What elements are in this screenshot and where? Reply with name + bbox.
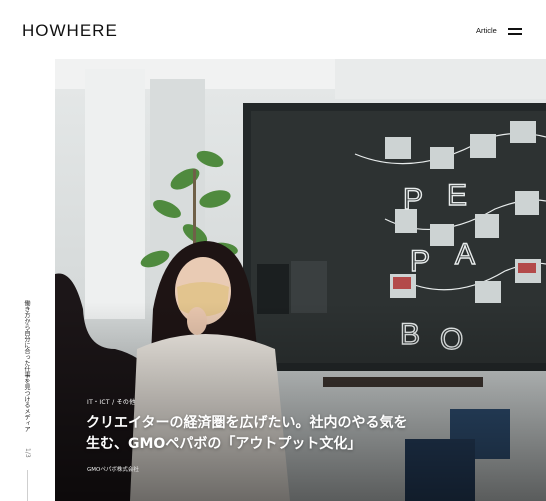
slide-progress-line xyxy=(27,470,28,501)
logo-text: HOWHERE xyxy=(22,21,118,40)
howhere-logo[interactable]: HOWHERE xyxy=(22,21,118,41)
hamburger-menu-icon[interactable] xyxy=(508,28,522,36)
site-tagline: 働き方から自分に合った仕事を見つけるメディア xyxy=(23,300,30,432)
hero-slide[interactable]: P E P A B O IT・ICT / その他 クリエイターの経済圏を広げたい… xyxy=(55,59,546,501)
article-category[interactable]: IT・ICT / その他 xyxy=(87,397,136,406)
slide-page-indicator: 1/3 xyxy=(24,448,31,458)
nav-article-link[interactable]: Article xyxy=(476,26,497,36)
company-name: GMOペパボ株式会社 xyxy=(87,467,139,473)
article-title[interactable]: クリエイターの経済圏を広げたい。社内のやる気を生む、GMOペパボの「アウトプット… xyxy=(86,413,416,455)
